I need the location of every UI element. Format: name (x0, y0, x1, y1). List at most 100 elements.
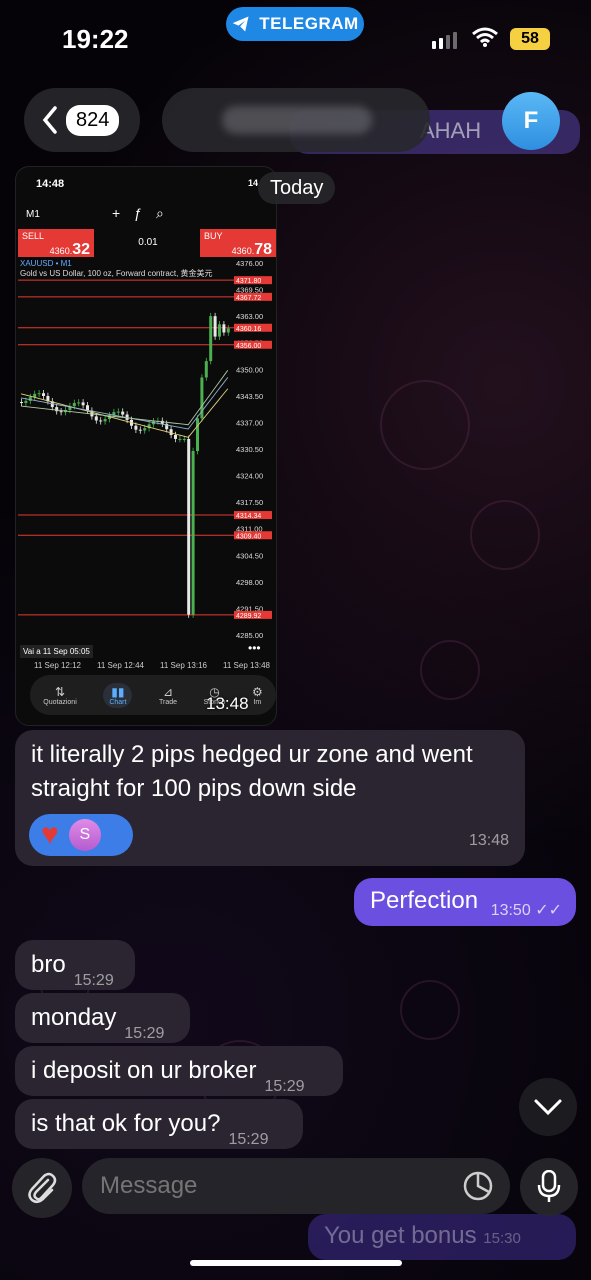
image-message-time: 13:48 (206, 694, 249, 713)
message-time-value: 13:50 (490, 902, 531, 919)
screenshot-status-bar: 14:48 14 (16, 167, 276, 197)
more-icon: ••• (248, 641, 261, 655)
candle-body (191, 451, 195, 615)
lot-size: 0.01 (138, 237, 158, 248)
candle-body (222, 324, 226, 333)
candle-body (81, 402, 85, 406)
candle-body (174, 435, 177, 439)
double-check-icon: ✓✓ (535, 902, 562, 919)
y-tick-label: 4298.00 (236, 578, 263, 587)
message-text: You get bonus (324, 1222, 477, 1249)
signal-icon (432, 32, 457, 49)
unread-count-badge: 824 (66, 104, 120, 136)
telegram-pill-label: TELEGRAM (259, 14, 359, 33)
doodle-circle (380, 380, 470, 470)
home-indicator (190, 1260, 402, 1266)
x-axis-label: 11 Sep 13:16 (160, 661, 208, 670)
microphone-button[interactable] (520, 1158, 578, 1216)
candle-body (42, 393, 45, 396)
message-text: it literally 2 pips hedged ur zone and w… (31, 741, 473, 802)
message-time: 15:30 (483, 1230, 521, 1247)
price-level-label: 4356.00 (236, 343, 261, 350)
candle-body (218, 324, 221, 337)
telegram-pill[interactable]: TELEGRAM (226, 7, 364, 41)
message-time: 15:29 (73, 972, 114, 989)
price-level-label: 4371.80 (236, 278, 261, 285)
price-level-label: 4360.16 (236, 326, 261, 333)
incoming-message[interactable]: bro 15:29 (15, 940, 135, 990)
message-time: 15:29 (228, 1131, 269, 1148)
message-input[interactable] (82, 1158, 510, 1214)
reaction-avatar: S (68, 819, 101, 851)
price-chart: 4376.004369.504363.004356.504350.004343.… (18, 259, 272, 640)
screenshot-battery: 14 (247, 178, 258, 188)
y-tick-label: 4350.00 (236, 365, 263, 374)
screenshot-toolbar: M1 +ƒ⌕ (16, 203, 276, 227)
screenshot-nav-item: ⊿ Trade (159, 685, 177, 706)
message-time: 15:29 (264, 1078, 305, 1095)
incoming-message[interactable]: i deposit on ur broker 15:29 (15, 1046, 343, 1096)
screenshot-nav-item: ⇅ Quotazioni (43, 685, 76, 706)
x-axis-label: 11 Sep 12:44 (97, 661, 145, 670)
candle-body (178, 438, 182, 440)
incoming-message[interactable]: monday 15:29 (15, 993, 190, 1043)
candle-body (33, 393, 37, 398)
contact-avatar[interactable]: F (502, 92, 560, 150)
candle-body (182, 438, 186, 440)
y-tick-label: 4324.00 (236, 472, 263, 481)
doodle-circle (470, 500, 540, 570)
candle-body (169, 429, 173, 436)
sell-price-small: 4360. (49, 246, 73, 256)
message-text: i deposit on ur broker (31, 1057, 257, 1084)
candle-body (213, 316, 217, 337)
scroll-down-button[interactable] (519, 1078, 577, 1136)
paperclip-icon (28, 1172, 57, 1203)
x-axis-label: 11 Sep 12:12 (34, 661, 82, 670)
candle-body (204, 361, 208, 378)
status-time: 19:22 (62, 24, 129, 54)
price-level-label: 4367.72 (236, 295, 261, 302)
incoming-message[interactable]: it literally 2 pips hedged ur zone and w… (15, 730, 525, 866)
chat-title-pill[interactable] (162, 88, 430, 152)
buy-price-big: 78 (254, 241, 272, 258)
chart-tools-icons: +ƒ⌕ (112, 205, 178, 221)
message-text: bro (31, 951, 66, 978)
y-tick-label: 4337.00 (236, 418, 263, 427)
telegram-icon (232, 16, 249, 32)
incoming-message[interactable]: is that ok for you? 15:29 (15, 1099, 303, 1149)
microphone-icon (537, 1170, 561, 1202)
message-text: is that ok for you? (31, 1110, 221, 1137)
status-bar: 19:22 TELEGRAM 58 (0, 0, 591, 80)
back-button[interactable]: 824 (24, 88, 140, 152)
candle-body (143, 428, 147, 431)
y-tick-label: 4376.00 (236, 259, 263, 268)
image-message[interactable]: 14:48 14 M1 +ƒ⌕ SELL 4360.32 0.01 BUY 43… (15, 166, 277, 726)
outgoing-message[interactable]: Perfection 13:50 ✓✓ (354, 878, 576, 926)
screenshot-nav-label: Trade (159, 698, 178, 706)
message-text: Perfection (370, 887, 479, 914)
attach-button[interactable] (12, 1158, 72, 1218)
buy-box: BUY 4360.78 (200, 229, 276, 258)
screenshot-nav-label: Chart (109, 698, 127, 706)
date-separator: Today (258, 172, 336, 204)
price-level-label: 4309.40 (236, 533, 261, 540)
candle-body (134, 425, 138, 430)
screenshot-nav-label: Im (253, 698, 262, 706)
candle-body (138, 429, 142, 431)
sticker-icon[interactable] (462, 1170, 494, 1202)
arrows-icon: ⇅ (54, 684, 66, 699)
candle-body (28, 397, 32, 401)
moving-average-line (20, 370, 229, 426)
buy-price-small: 4360. (231, 246, 255, 256)
wifi-icon (472, 27, 498, 47)
sell-price-big: 32 (72, 241, 90, 258)
candle-body (37, 393, 41, 395)
candle-body (77, 402, 81, 404)
candle-body (94, 416, 98, 421)
chevron-down-icon (534, 1099, 562, 1116)
timeframe-label: M1 (26, 209, 40, 220)
message-time: 13:50 ✓✓ (491, 900, 562, 920)
goto-date-label: Vai a 11 Sep 05:05 (20, 645, 93, 658)
heart-icon: ♥ (41, 818, 59, 851)
reaction-badge[interactable]: ♥ S (29, 814, 133, 856)
